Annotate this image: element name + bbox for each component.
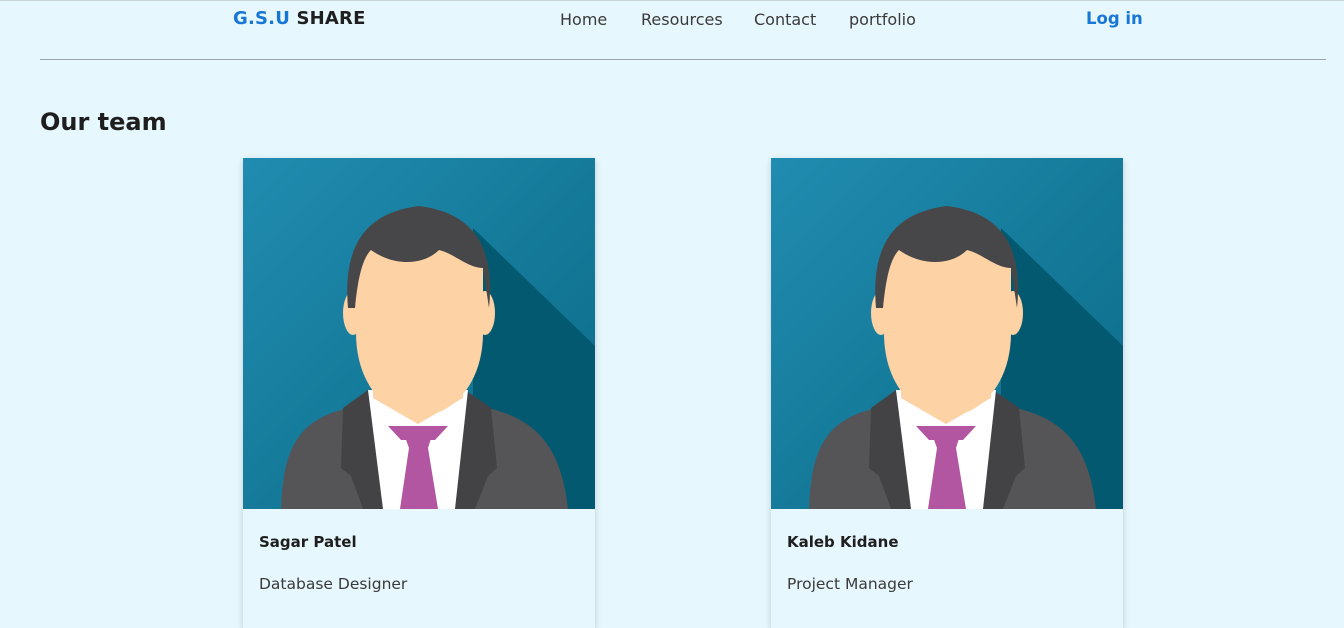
brand-part-2: SHARE xyxy=(296,8,366,29)
nav-link-resources[interactable]: Resources xyxy=(641,10,723,29)
login-link[interactable]: Log in xyxy=(1086,9,1143,28)
section-title: Our team xyxy=(40,108,167,136)
top-border xyxy=(0,0,1344,1)
team-card: Sagar Patel Database Designer xyxy=(243,158,595,628)
nav-link-contact[interactable]: Contact xyxy=(754,10,816,29)
member-role: Project Manager xyxy=(787,575,913,593)
nav-link-home[interactable]: Home xyxy=(560,10,607,29)
header-divider xyxy=(40,59,1326,60)
brand-logo[interactable]: G.S.U SHARE xyxy=(233,8,366,29)
person-avatar-icon xyxy=(771,158,1123,509)
member-name: Kaleb Kidane xyxy=(787,533,899,551)
person-avatar-icon xyxy=(243,158,595,509)
brand-part-1: G.S.U xyxy=(233,8,291,29)
member-role: Database Designer xyxy=(259,575,408,593)
member-name: Sagar Patel xyxy=(259,533,357,551)
team-card: Kaleb Kidane Project Manager xyxy=(771,158,1123,628)
nav-link-portfolio[interactable]: portfolio xyxy=(849,10,916,29)
